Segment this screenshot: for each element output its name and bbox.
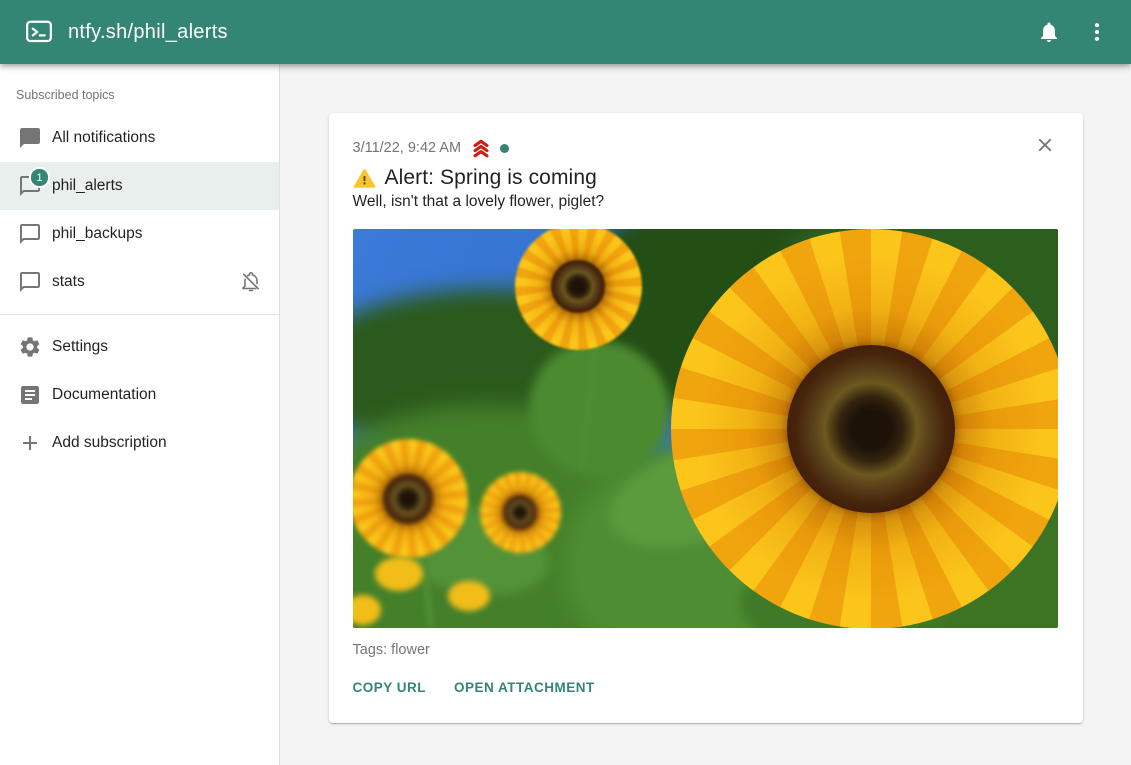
photo-sunflower-bud [375,557,423,591]
app-bar-actions [1027,10,1119,54]
photo-sunflower-large [671,229,1058,628]
chat-bubble-filled-icon [18,126,42,150]
sidebar-item-phil-alerts[interactable]: 1 phil_alerts [0,162,279,210]
sidebar-item-label: phil_alerts [52,177,263,195]
sidebar-item-stats[interactable]: stats [0,258,279,306]
sidebar-item-label: Settings [52,338,263,356]
chat-bubble-outline-icon [18,222,42,246]
ntfy-logo-icon [24,17,54,47]
app-bar: ntfy.sh/phil_alerts [0,0,1131,64]
ntfy-app: ntfy.sh/phil_alerts Subscri [0,0,1131,765]
close-notification-button[interactable] [1025,125,1065,165]
priority-max-icon [470,137,492,159]
notifications-button[interactable] [1027,10,1071,54]
overflow-menu-button[interactable] [1075,10,1119,54]
sidebar-item-label: Documentation [52,386,263,404]
sidebar-item-label: phil_backups [52,225,263,243]
more-vert-icon [1085,20,1109,44]
chat-bubble-outline-icon [18,270,42,294]
sidebar-item-documentation[interactable]: Documentation [0,371,279,419]
page-title: ntfy.sh/phil_alerts [68,21,228,44]
sidebar: Subscribed topics All notifications 1 ph… [0,64,280,765]
notification-meta: 3/11/22, 9:42 AM [353,137,1059,159]
main-content: 3/11/22, 9:42 AM [280,64,1131,765]
subscribed-topics-label: Subscribed topics [0,72,279,114]
close-icon [1034,134,1056,156]
chat-bubble-outline-icon: 1 [18,174,42,198]
sidebar-item-settings[interactable]: Settings [0,323,279,371]
notification-title: Alert: Spring is coming [385,166,597,190]
article-icon [18,383,42,407]
notification-body: Well, isn't that a lovely flower, piglet… [353,193,1059,211]
gear-icon [18,335,42,359]
notification-actions: COPY URL OPEN ATTACHMENT [345,672,1059,703]
sidebar-item-label: Add subscription [52,434,263,452]
warning-icon [353,167,376,190]
new-indicator-dot [500,144,509,153]
photo-sunflower-small [480,472,561,553]
photo-sunflower-bud [448,581,490,611]
photo-sunflower-small [515,229,642,350]
plus-icon [18,431,42,455]
notification-card: 3/11/22, 9:42 AM [329,113,1083,723]
app-bar-left: ntfy.sh/phil_alerts [24,17,228,47]
sidebar-item-add-subscription[interactable]: Add subscription [0,419,279,467]
notification-tags: Tags: flower [353,642,1059,658]
open-attachment-button[interactable]: OPEN ATTACHMENT [446,672,603,703]
sidebar-item-label: All notifications [52,129,263,147]
sidebar-item-all-notifications[interactable]: All notifications [0,114,279,162]
attachment-image[interactable] [353,229,1058,628]
copy-url-button[interactable]: COPY URL [345,672,435,703]
notification-title-row: Alert: Spring is coming [353,166,1059,190]
sidebar-item-phil-backups[interactable]: phil_backups [0,210,279,258]
unread-count-badge: 1 [29,167,50,188]
sidebar-divider [0,314,279,315]
sidebar-item-label: stats [52,273,239,291]
photo-sunflower-small [353,439,468,558]
bell-icon [1037,20,1061,44]
notification-timestamp: 3/11/22, 9:42 AM [353,140,462,156]
notifications-off-icon [239,270,263,294]
